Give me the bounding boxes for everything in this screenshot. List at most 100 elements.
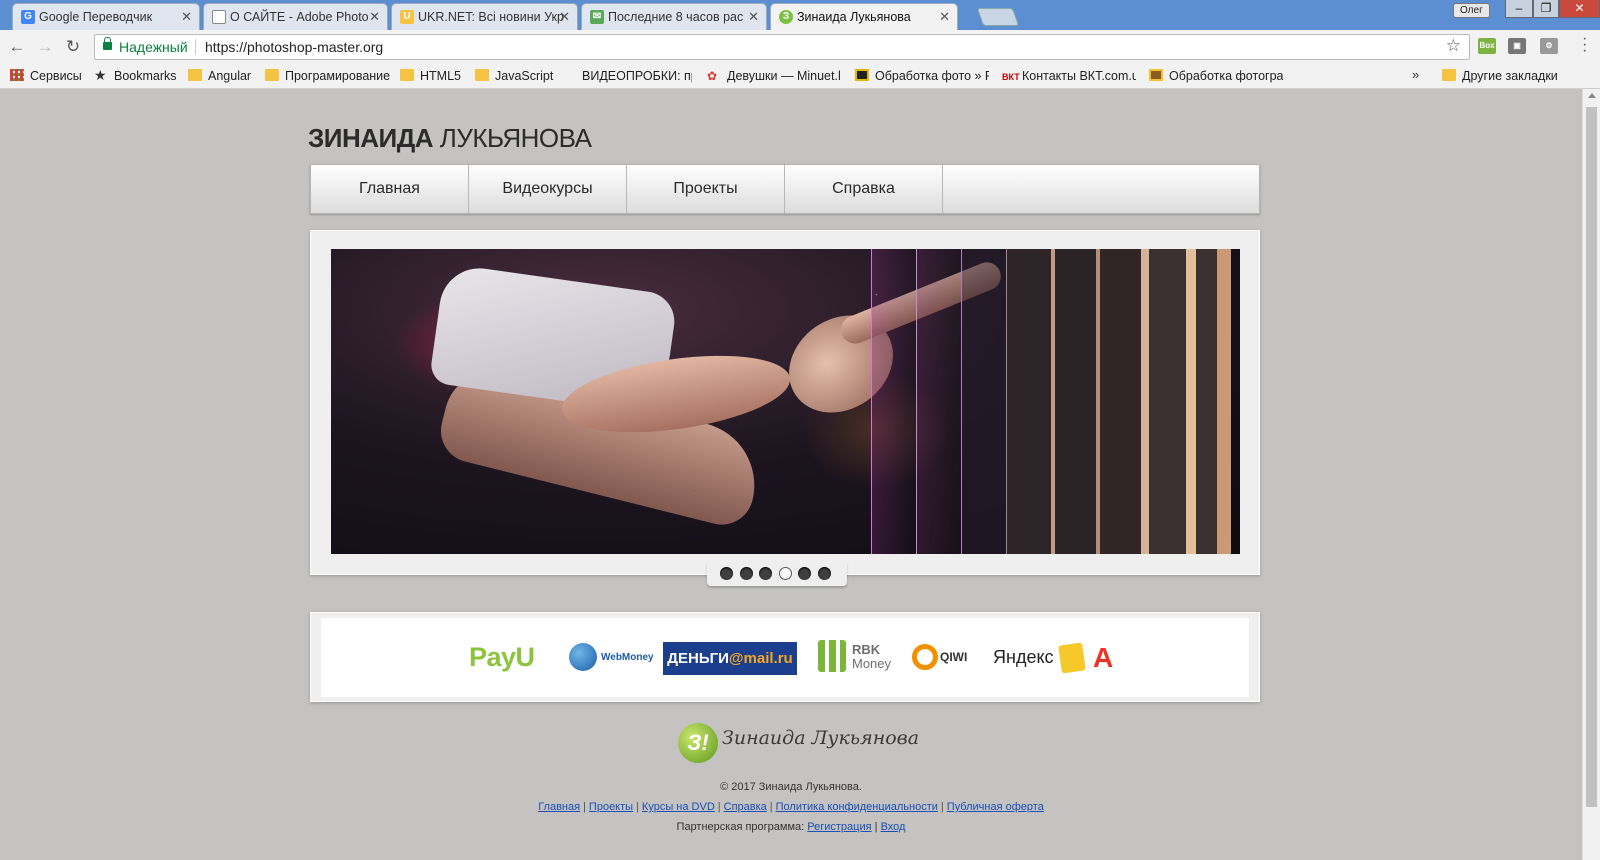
address-bar[interactable]: Надежный https://photoshop-master.org ☆	[94, 34, 1470, 60]
menu-icon[interactable]: · · ·	[1582, 31, 1590, 59]
folder-icon	[265, 69, 279, 81]
window-close-button[interactable]: ✕	[1559, 0, 1600, 18]
more-bookmarks-button[interactable]: »	[1412, 67, 1419, 82]
slide-strip	[1141, 249, 1186, 554]
qiwi-q-icon	[912, 644, 938, 670]
new-tab-button[interactable]	[976, 8, 1020, 26]
bookmark-label: Обработка фото » Р	[875, 69, 989, 83]
minimize-button[interactable]: –	[1505, 0, 1533, 18]
nav-videocourses[interactable]: Видеокурсы	[469, 165, 627, 213]
site-icon: ВКТ	[1002, 72, 1020, 82]
bookmark-item[interactable]: ✿ Девушки — Minuet.l	[705, 67, 845, 85]
partner-program: Партнерская программа: Регистрация | Вхо…	[0, 821, 1582, 833]
rbk-money-text: Money	[852, 656, 892, 671]
slide-image[interactable]	[331, 249, 1240, 554]
slider-dot[interactable]	[778, 567, 792, 580]
scroll-thumb[interactable]	[1586, 107, 1597, 807]
divider: |	[769, 801, 773, 813]
bookmark-item[interactable]: Angular	[186, 67, 251, 85]
tab-google-translate[interactable]: G Google Переводчик ✕	[12, 3, 200, 30]
close-icon[interactable]: ✕	[181, 4, 192, 30]
tab-about-adobe[interactable]: О САЙТЕ - Adobe Photo ✕	[203, 3, 388, 30]
close-icon[interactable]: ✕	[748, 4, 759, 30]
extension-icon[interactable]: ▣	[1508, 38, 1526, 54]
url-text[interactable]: https://photoshop-master.org	[205, 39, 383, 55]
tab-mail[interactable]: ✉ Последние 8 часов рас ✕	[581, 3, 767, 30]
close-icon[interactable]: ✕	[939, 4, 950, 30]
bookmark-item[interactable]: Сервисы	[8, 67, 82, 85]
back-icon[interactable]: ←	[6, 36, 28, 58]
tab-ukrnet[interactable]: U UKR.NET: Всі новини Укр ✕	[391, 3, 578, 30]
close-icon[interactable]: ✕	[559, 4, 570, 30]
close-icon[interactable]: ✕	[369, 4, 380, 30]
secure-label: Надежный	[119, 39, 188, 55]
site-title[interactable]: ЗИНАИДА ЛУКЬЯНОВА	[308, 123, 592, 154]
webmoney-text: WebMoney	[601, 652, 654, 663]
bookmark-item[interactable]: Програмирование	[263, 67, 390, 85]
reload-icon[interactable]: ↻	[62, 36, 84, 58]
bookmark-item[interactable]: JavaScript	[473, 67, 553, 85]
bookmark-item[interactable]: Обработка фотограф	[1147, 67, 1283, 85]
bookmark-item[interactable]: ВКТ Контакты ВКТ.com.u	[1000, 67, 1136, 85]
bookmark-item[interactable]: HTML5	[398, 67, 461, 85]
apps-grid-icon	[10, 69, 24, 81]
nav-projects[interactable]: Проекты	[627, 165, 785, 213]
other-bookmarks[interactable]: Другие закладки	[1440, 67, 1558, 85]
footer-link-projects[interactable]: Проекты	[589, 801, 633, 813]
scroll-up-arrow-icon[interactable]	[1588, 93, 1596, 98]
footer-link-privacy[interactable]: Политика конфиденциальности	[776, 801, 938, 813]
bookmark-item[interactable]: ВИДЕОПРОБКИ: про	[560, 67, 692, 85]
extension-icon[interactable]: Box	[1478, 38, 1496, 54]
scrollbar[interactable]	[1582, 89, 1600, 860]
rbk-money-logo: RBK Money	[818, 618, 891, 697]
nav-help[interactable]: Справка	[785, 165, 943, 213]
tab-zinaida[interactable]: З Зинаида Лукьянова ✕	[770, 3, 958, 30]
bookmark-item[interactable]: ★ Bookmarks	[92, 67, 177, 85]
page-icon	[562, 69, 576, 81]
folder-icon	[475, 69, 489, 81]
bookmark-label: Bookmarks	[114, 69, 177, 83]
footer-link-dvd[interactable]: Курсы на DVD	[642, 801, 715, 813]
forward-icon[interactable]: →	[34, 36, 56, 58]
main-navigation: Главная Видеокурсы Проекты Справка	[310, 164, 1260, 214]
divider: |	[636, 801, 639, 813]
footer-link-offer[interactable]: Публичная оферта	[947, 801, 1044, 813]
bookmark-item[interactable]: Обработка фото » Р	[853, 67, 989, 85]
maximize-button[interactable]: ❐	[1533, 0, 1559, 18]
page-viewport: ЗИНАИДА ЛУКЬЯНОВА Главная Видеокурсы Про…	[0, 89, 1582, 860]
yandex-money-logo: Яндекс	[993, 618, 1086, 697]
bookmark-label: Обработка фотограф	[1169, 69, 1283, 83]
divider: |	[717, 801, 721, 813]
extension-icon[interactable]: ⚙	[1540, 38, 1558, 54]
alfa-bank-logo: А	[1093, 642, 1114, 673]
star-icon: ★	[94, 67, 107, 83]
slider-dot[interactable]	[720, 567, 733, 580]
bookmark-label: Контакты ВКТ.com.u	[1022, 69, 1136, 83]
profile-button[interactable]: Олег	[1453, 3, 1490, 18]
site-icon	[1149, 69, 1163, 81]
slider-dot[interactable]	[759, 567, 772, 580]
slide-strip	[1096, 249, 1141, 554]
footer-link-home[interactable]: Главная	[538, 801, 580, 813]
nav-home[interactable]: Главная	[311, 165, 469, 213]
slider-dot[interactable]	[798, 567, 811, 580]
footer-link-help[interactable]: Справка	[724, 801, 767, 813]
dengi-mail-logo: ДЕНЬГИ@mail.ru	[663, 642, 797, 675]
slider-dot[interactable]	[817, 567, 831, 580]
slide-strip	[871, 249, 916, 554]
slide-strip	[1186, 249, 1231, 554]
payment-methods: PayU WebMoney ДЕНЬГИ@mail.ru RBK Money Q…	[310, 612, 1260, 702]
slider-dot[interactable]	[739, 567, 753, 580]
slider-pagination	[707, 562, 847, 586]
bookmark-star-icon[interactable]: ☆	[1446, 36, 1461, 56]
payment-logos: PayU WebMoney ДЕНЬГИ@mail.ru RBK Money Q…	[321, 618, 1249, 697]
partner-register-link[interactable]: Регистрация	[807, 821, 871, 833]
site-icon	[855, 69, 869, 81]
image-slider	[310, 230, 1260, 575]
bookmark-label: Програмирование	[285, 69, 391, 83]
partner-login-link[interactable]: Вход	[881, 821, 906, 833]
webmoney-logo: WebMoney	[569, 618, 654, 697]
tab-title: Зинаида Лукьянова	[797, 10, 911, 24]
tab-title: Последние 8 часов рас	[608, 10, 744, 24]
slide-strip	[916, 249, 961, 554]
